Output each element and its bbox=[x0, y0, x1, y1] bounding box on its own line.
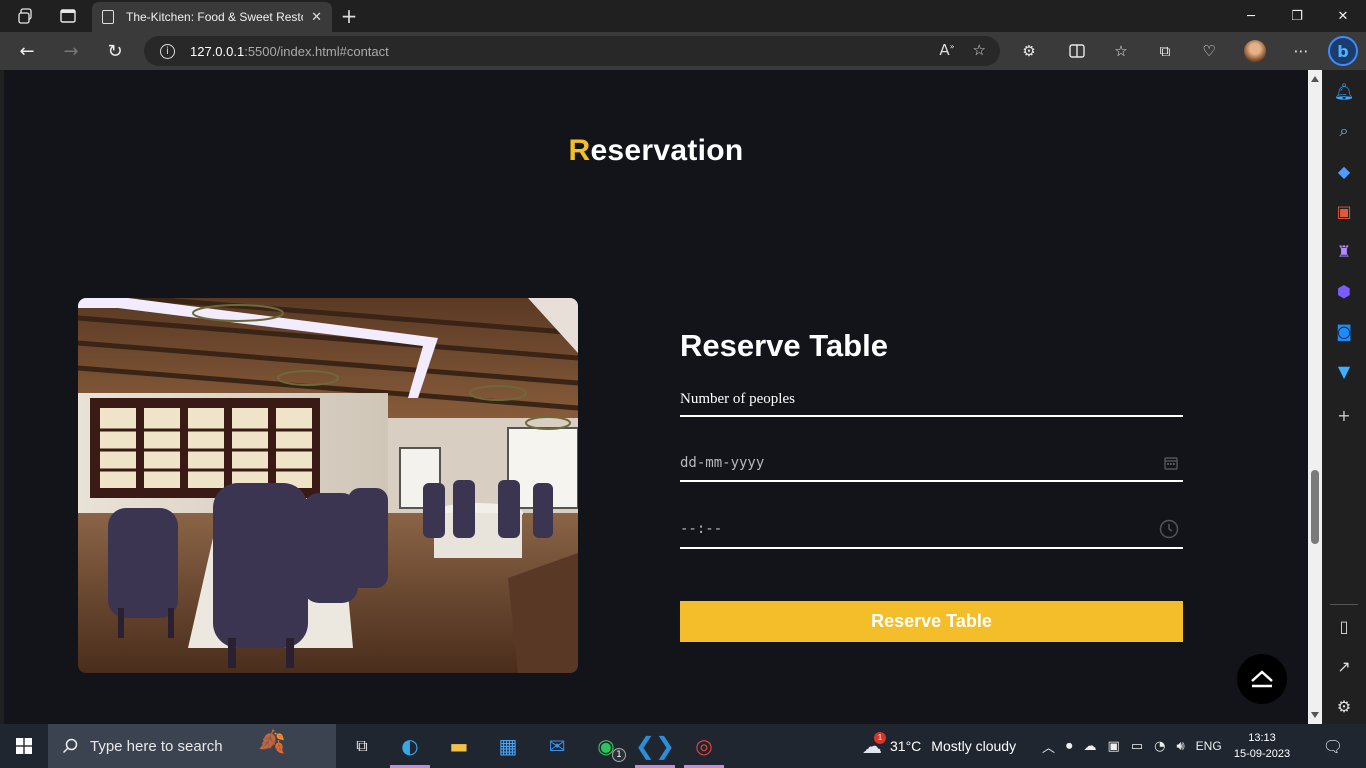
display-icon[interactable]: ▣ bbox=[1108, 739, 1120, 754]
task-view-icon[interactable]: ⧉ bbox=[346, 730, 378, 762]
clock-time: 13:13 bbox=[1248, 732, 1276, 744]
refresh-button[interactable]: ↻ bbox=[100, 36, 130, 66]
weather-description: Mostly cloudy bbox=[931, 738, 1017, 754]
edge-taskbar-icon[interactable]: ◐ bbox=[394, 730, 426, 762]
add-sidebar-app-icon[interactable]: + bbox=[1333, 404, 1355, 426]
windows-logo-icon bbox=[16, 738, 32, 754]
restaurant-image bbox=[78, 298, 578, 673]
favorite-star-icon[interactable]: ☆ bbox=[973, 41, 986, 59]
browser-essentials-icon[interactable]: ♡ bbox=[1196, 38, 1222, 64]
scroll-down-arrow-icon[interactable] bbox=[1311, 712, 1319, 718]
form-title: Reserve Table bbox=[680, 328, 888, 363]
bing-copilot-icon[interactable]: b bbox=[1328, 36, 1358, 66]
favorites-icon[interactable]: ☆ bbox=[1108, 38, 1134, 64]
new-tab-button[interactable]: + bbox=[336, 2, 362, 30]
edge-sidebar: 🔔︎ ⌕ ◆ ▣ ♜ ⬢ ◙ ▼ + ▯ ↗ ⚙ bbox=[1322, 70, 1366, 724]
weather-temperature: 31°C bbox=[890, 738, 922, 754]
more-menu-icon[interactable]: ⋯ bbox=[1288, 38, 1314, 64]
scroll-up-arrow-icon[interactable] bbox=[1311, 76, 1319, 82]
taskbar-search[interactable]: Type here to search 🍂 bbox=[48, 724, 336, 768]
clock-date: 15-09-2023 bbox=[1233, 748, 1291, 760]
taskbar-clock[interactable]: 13:13 15-09-2023 bbox=[1232, 730, 1292, 762]
reserve-table-button[interactable]: Reserve Table bbox=[680, 601, 1183, 642]
scroll-thumb[interactable] bbox=[1311, 470, 1319, 544]
back-button[interactable]: ← bbox=[12, 36, 42, 66]
active-tab[interactable]: The-Kitchen: Food & Sweet Resto ✕ bbox=[92, 2, 332, 32]
time-placeholder: --:-- bbox=[680, 521, 723, 537]
volume-icon[interactable]: 🔊︎ bbox=[1176, 739, 1184, 754]
extensions-icon[interactable]: ⚙ bbox=[1016, 38, 1042, 64]
forward-button[interactable]: → bbox=[56, 36, 86, 66]
people-count-placeholder: Number of peoples bbox=[680, 391, 795, 407]
external-link-icon[interactable]: ↗ bbox=[1333, 655, 1355, 677]
microsoft-store-icon[interactable]: ▦ bbox=[492, 730, 524, 762]
people-count-input[interactable]: Number of peoples bbox=[680, 380, 1183, 417]
hide-sidebar-icon[interactable]: ▯ bbox=[1333, 615, 1355, 637]
read-aloud-icon[interactable]: A» bbox=[939, 41, 954, 59]
games-icon[interactable]: ♜ bbox=[1333, 240, 1355, 262]
show-hidden-icons-chevron-icon[interactable]: ︿ bbox=[1042, 737, 1055, 756]
minimize-button[interactable]: ─ bbox=[1228, 0, 1274, 32]
whatsapp-badge: 1 bbox=[612, 748, 626, 762]
url-text[interactable]: 127.0.0.1:5500/index.html#contact bbox=[190, 44, 389, 59]
search-icon bbox=[62, 738, 78, 754]
system-tray: ︿ ⏺ ☁ ▣ ▭ ◔ 🔊︎ ENG bbox=[1042, 724, 1222, 768]
notifications-bell-icon[interactable]: 🔔︎ bbox=[1333, 80, 1355, 102]
scroll-to-top-button[interactable] bbox=[1237, 654, 1287, 704]
profile-avatar[interactable] bbox=[1244, 40, 1266, 62]
sidebar-divider bbox=[1330, 604, 1358, 605]
tab-title: The-Kitchen: Food & Sweet Resto bbox=[126, 10, 304, 24]
date-placeholder: dd-mm-yyyy bbox=[680, 455, 765, 471]
shopping-tag-icon[interactable]: ◆ bbox=[1333, 160, 1355, 182]
chevron-up-icon bbox=[1251, 670, 1273, 688]
calendar-icon[interactable] bbox=[1163, 455, 1179, 471]
microsoft-365-icon[interactable]: ⬢ bbox=[1333, 280, 1355, 302]
sidebar-settings-icon[interactable]: ⚙ bbox=[1333, 695, 1355, 717]
page-icon bbox=[102, 10, 114, 24]
tools-icon[interactable]: ▣ bbox=[1333, 200, 1355, 222]
autumn-search-highlight-icon: 🍂 bbox=[258, 730, 286, 755]
time-input[interactable]: --:-- bbox=[680, 511, 1183, 549]
search-placeholder: Type here to search bbox=[90, 737, 223, 755]
start-button[interactable] bbox=[0, 724, 48, 768]
cloud-weather-icon: ☁ 1 bbox=[862, 731, 886, 759]
search-icon[interactable]: ⌕ bbox=[1333, 120, 1355, 142]
workspaces-icon[interactable] bbox=[6, 0, 46, 32]
collections-icon[interactable]: ⧉ bbox=[1152, 38, 1178, 64]
date-input[interactable]: dd-mm-yyyy bbox=[680, 445, 1183, 482]
close-window-button[interactable]: ✕ bbox=[1320, 0, 1366, 32]
tab-actions-icon[interactable] bbox=[48, 0, 88, 32]
outlook-icon[interactable]: ◙ bbox=[1333, 320, 1355, 342]
site-info-icon[interactable]: i bbox=[160, 43, 175, 59]
onedrive-cloud-icon[interactable]: ☁ bbox=[1084, 739, 1097, 754]
browser-toolbar: ← → ↻ i 127.0.0.1:5500/index.html#contac… bbox=[0, 32, 1366, 70]
drop-icon[interactable]: ▼ bbox=[1333, 360, 1355, 382]
split-screen-icon[interactable] bbox=[1064, 38, 1090, 64]
tab-close-icon[interactable]: ✕ bbox=[311, 10, 322, 25]
vscode-icon[interactable]: ❮❯ bbox=[635, 730, 675, 762]
file-explorer-icon[interactable]: ▬ bbox=[443, 730, 475, 762]
battery-icon[interactable]: ▭ bbox=[1131, 739, 1143, 754]
restore-button[interactable]: ❐ bbox=[1274, 0, 1320, 32]
mail-icon[interactable]: ✉ bbox=[541, 730, 573, 762]
browser-tab-bar: The-Kitchen: Food & Sweet Resto ✕ + ─ ❐ … bbox=[0, 0, 1366, 32]
section-title: Reservation bbox=[568, 134, 744, 167]
meet-now-icon[interactable]: ⏺ bbox=[1066, 739, 1073, 754]
page-viewport: Reservation Reserve Table Number of peop… bbox=[4, 70, 1308, 724]
page-scrollbar[interactable] bbox=[1308, 70, 1322, 724]
wifi-icon[interactable]: ◔ bbox=[1154, 739, 1165, 754]
weather-widget[interactable]: ☁ 1 31°C Mostly cloudy bbox=[862, 724, 1016, 768]
windows-taskbar: Type here to search 🍂 ⧉ ◐ ▬ ▦ ✉ ◉ 1 ❮❯ ◎… bbox=[0, 724, 1366, 768]
language-indicator[interactable]: ENG bbox=[1196, 739, 1222, 753]
clock-icon[interactable] bbox=[1159, 519, 1179, 539]
chrome-icon[interactable]: ◎ bbox=[688, 730, 720, 762]
address-bar[interactable]: i 127.0.0.1:5500/index.html#contact A» ☆ bbox=[144, 36, 1000, 66]
notification-center-icon[interactable]: 🗨︎ bbox=[1322, 724, 1344, 768]
